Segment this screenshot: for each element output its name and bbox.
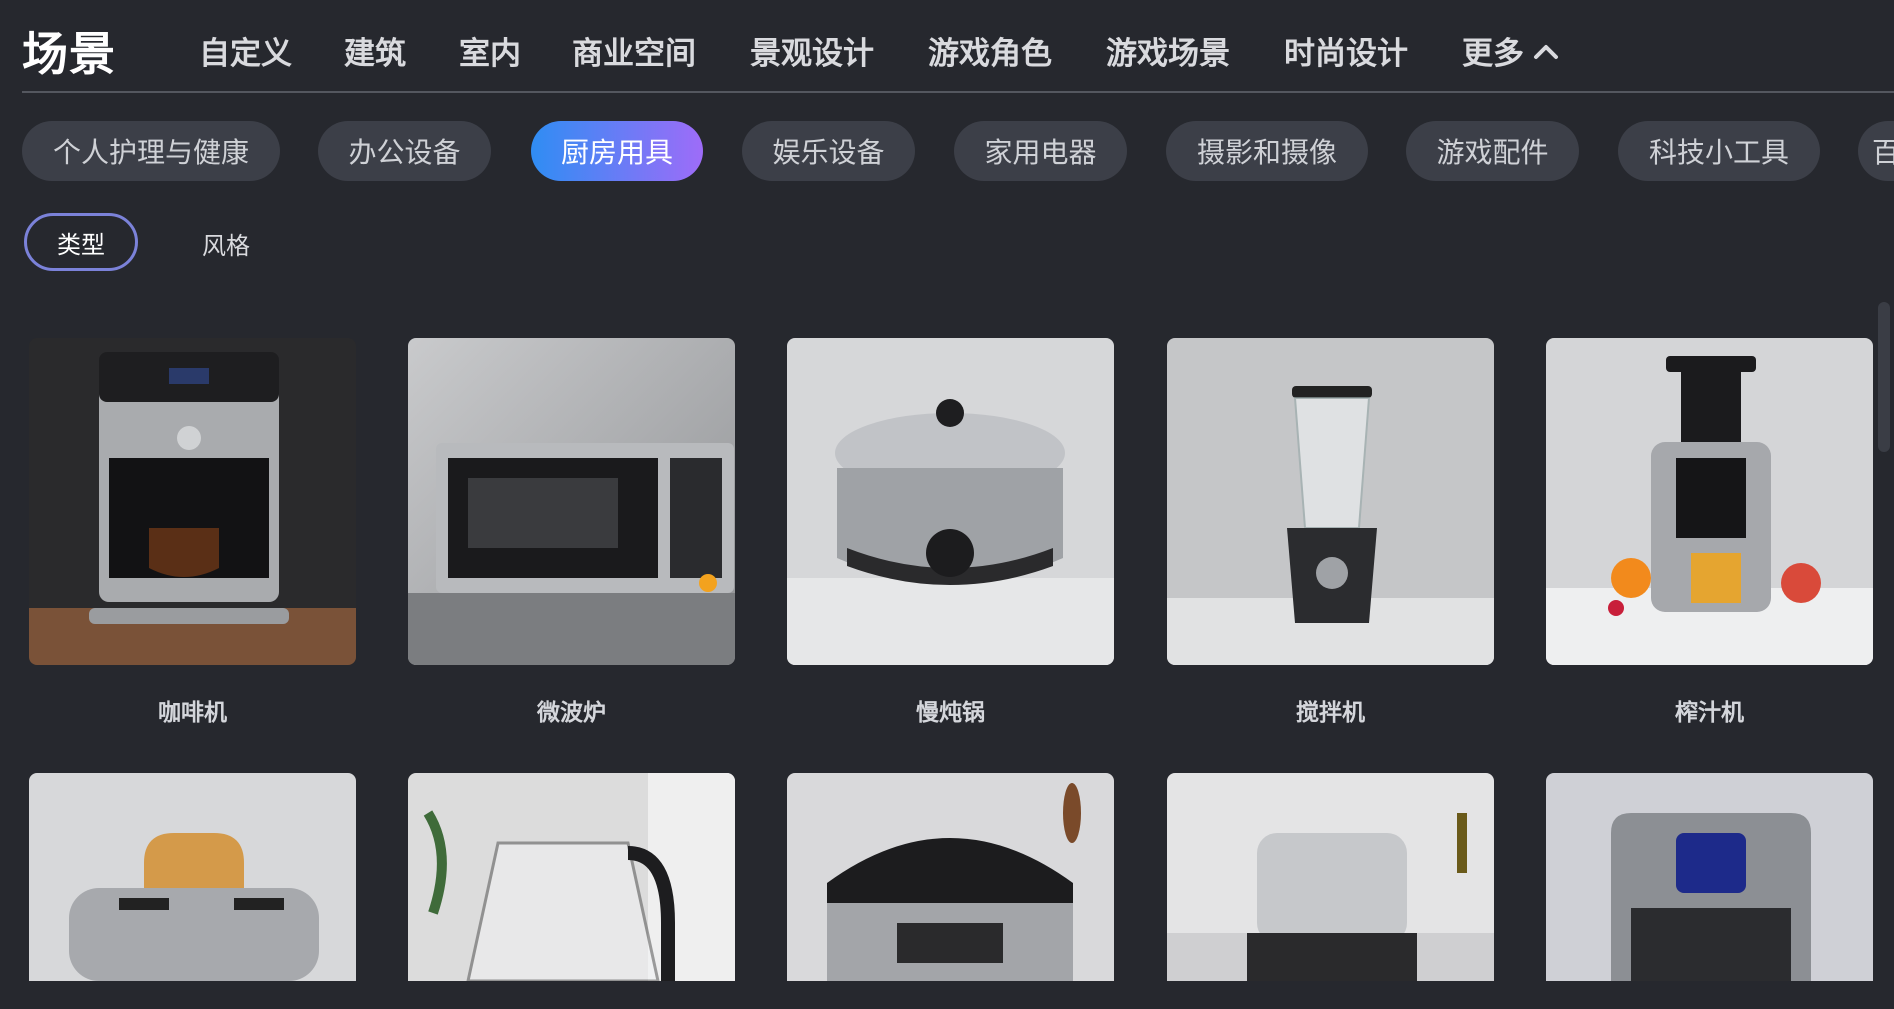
chip-photography[interactable]: 摄影和摄像 xyxy=(1166,121,1368,181)
toaster-image xyxy=(29,773,356,981)
product-card-coffee-machine[interactable]: 咖啡机 xyxy=(29,338,356,727)
tab-architecture[interactable]: 建筑 xyxy=(344,28,406,73)
product-label: 咖啡机 xyxy=(158,700,227,726)
product-label: 搅拌机 xyxy=(1296,700,1365,726)
product-card-air-fryer[interactable] xyxy=(1546,773,1873,1009)
nav-divider xyxy=(22,91,1894,93)
more-label: 更多 xyxy=(1462,36,1524,72)
kettle-image xyxy=(408,773,735,981)
chip-partial[interactable]: 百 xyxy=(1858,121,1894,181)
more-button[interactable]: 更多 xyxy=(1462,28,1560,73)
tab-custom[interactable]: 自定义 xyxy=(199,28,292,73)
product-label: 慢炖锅 xyxy=(916,700,985,726)
chip-office-equipment[interactable]: 办公设备 xyxy=(318,121,491,181)
air-fryer-image xyxy=(1546,773,1873,981)
product-label: 微波炉 xyxy=(537,700,606,726)
product-label: 榨汁机 xyxy=(1675,700,1744,726)
chevron-up-icon xyxy=(1532,41,1560,61)
chip-home-appliances[interactable]: 家用电器 xyxy=(954,121,1127,181)
product-card-food-steamer[interactable] xyxy=(1167,773,1494,1009)
slow-cooker-image xyxy=(787,338,1114,665)
top-nav: 场景 自定义 建筑 室内 商业空间 景观设计 游戏角色 游戏场景 时尚设计 更多 xyxy=(0,0,1894,94)
product-card-toaster[interactable] xyxy=(29,773,356,1009)
product-card-rice-cooker[interactable] xyxy=(787,773,1114,1009)
rice-cooker-image xyxy=(787,773,1114,981)
chip-kitchen-appliances[interactable]: 厨房用具 xyxy=(531,121,703,181)
page-title: 场景 xyxy=(22,27,116,81)
coffee-machine-image xyxy=(29,338,356,665)
juicer-image xyxy=(1546,338,1873,665)
chip-gaming-accessories[interactable]: 游戏配件 xyxy=(1406,121,1579,181)
tab-fashion-design[interactable]: 时尚设计 xyxy=(1284,28,1408,73)
filter-type-button[interactable]: 类型 xyxy=(24,213,138,271)
chip-tech-gadgets[interactable]: 科技小工具 xyxy=(1618,121,1820,181)
tab-commercial-space[interactable]: 商业空间 xyxy=(572,28,696,73)
product-card-juicer[interactable]: 榨汁机 xyxy=(1546,338,1873,727)
filter-style-button[interactable]: 风格 xyxy=(202,226,250,261)
product-card-slow-cooker[interactable]: 慢炖锅 xyxy=(787,338,1114,727)
chip-entertainment[interactable]: 娱乐设备 xyxy=(742,121,915,181)
product-card-blender[interactable]: 搅拌机 xyxy=(1167,338,1494,727)
tab-landscape-design[interactable]: 景观设计 xyxy=(750,28,874,73)
tab-game-character[interactable]: 游戏角色 xyxy=(928,28,1052,73)
product-card-microwave[interactable]: 微波炉 xyxy=(408,338,735,727)
scrollbar-thumb[interactable] xyxy=(1878,302,1890,452)
tab-game-scene[interactable]: 游戏场景 xyxy=(1106,28,1230,73)
chip-personal-care[interactable]: 个人护理与健康 xyxy=(22,121,280,181)
tab-interior[interactable]: 室内 xyxy=(459,28,521,73)
blender-image xyxy=(1167,338,1494,665)
product-card-kettle[interactable] xyxy=(408,773,735,1009)
microwave-image xyxy=(408,338,735,665)
food-steamer-image xyxy=(1167,773,1494,981)
